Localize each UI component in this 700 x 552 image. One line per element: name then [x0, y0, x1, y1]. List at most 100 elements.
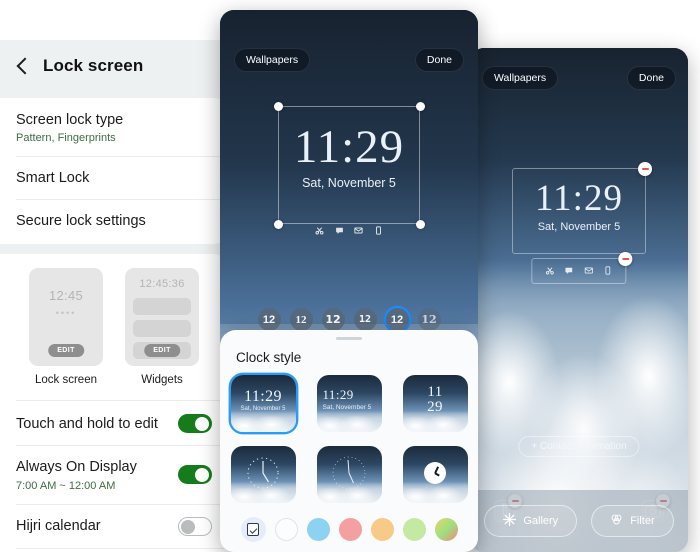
edit-button[interactable]: EDIT: [144, 344, 180, 358]
preview-lock-screen[interactable]: 12:45 •••• EDIT Lock screen: [29, 268, 103, 386]
row-title: Secure lock settings: [16, 213, 146, 230]
tile-time: 11 29: [427, 384, 443, 416]
analog-clock-fine-icon: [332, 456, 366, 490]
preview-widgets[interactable]: 12:45:36 EDIT Widgets: [125, 268, 199, 386]
setting-row-touch-and-hold-to-edit[interactable]: Touch and hold to edit: [0, 401, 228, 445]
gallery-button[interactable]: Gallery: [484, 505, 578, 537]
edit-button[interactable]: EDIT: [48, 344, 84, 358]
device-icon[interactable]: [604, 262, 613, 279]
font-option-5-selected[interactable]: 12: [385, 308, 409, 331]
row-title: Always On Display: [16, 459, 137, 476]
gallery-label: Gallery: [523, 515, 559, 527]
tile-date: Sat, November 5: [322, 404, 372, 411]
color-swatch-light-blue[interactable]: [306, 518, 330, 541]
row-title: Smart Lock: [16, 170, 90, 187]
filter-icon: [610, 513, 623, 529]
clock-widget-selection[interactable]: 11:29 Sat, November 5: [273, 101, 425, 229]
mail-icon[interactable]: [354, 222, 367, 239]
color-swatch-gradient[interactable]: [434, 518, 458, 541]
right-phone-bottom-bar: Gallery Filter: [470, 490, 688, 552]
clock-style-option-analog-fine[interactable]: [316, 446, 382, 503]
clock-date: Sat, November 5: [537, 221, 621, 234]
toggle-touch-and-hold[interactable]: [178, 414, 212, 434]
widget-bar: [133, 298, 191, 316]
shortcut-row[interactable]: [220, 222, 478, 240]
right-phone-topbar: Wallpapers Done: [482, 66, 676, 90]
lock-screen-settings-panel: Lock screen Screen lock type Pattern, Fi…: [0, 40, 228, 552]
device-icon[interactable]: [374, 222, 383, 239]
clock-font-selector[interactable]: 12 12 12 12 12 12: [220, 308, 478, 331]
selection-frame: [278, 106, 420, 224]
settings-header: Lock screen: [0, 40, 228, 92]
clock-widget[interactable]: 11:29 Sat, November 5: [512, 162, 652, 254]
scissors-icon[interactable]: [315, 222, 328, 239]
color-picker-icon[interactable]: [240, 517, 266, 542]
clock-time: 11:29: [535, 178, 623, 219]
setting-row-smart-lock[interactable]: Smart Lock: [0, 156, 228, 199]
lock-screen-thumbnail[interactable]: 12:45 •••• EDIT: [29, 268, 103, 367]
chevron-left-icon[interactable]: [16, 57, 34, 75]
widgets-thumbnail[interactable]: 12:45:36 EDIT: [125, 268, 199, 367]
thumb-time: 12:45:36: [139, 278, 185, 291]
tile-time: 11:29: [322, 387, 354, 402]
clock-style-option-analog-dotted[interactable]: [230, 446, 296, 503]
preview-label: Lock screen: [34, 374, 97, 387]
setting-row-always-on-display[interactable]: Always On Display 7:00 AM ~ 12:00 AM: [0, 445, 228, 503]
clock-style-option-digital-center[interactable]: 11:29 Sat, November 5: [230, 375, 296, 432]
font-option-1[interactable]: 12: [257, 308, 281, 331]
tile-cloud: [316, 411, 382, 432]
row-subtitle: Pattern, Fingerprints: [16, 132, 116, 145]
setting-row-hijri-calendar[interactable]: Hijri calendar: [0, 503, 228, 548]
clock-style-sheet: Clock style 11:29 Sat, November 5 11:29 …: [220, 330, 478, 552]
right-phone-preview: Wallpapers Done 11:29 Sat, November 5 + …: [470, 48, 688, 552]
clock-style-option-digital-left[interactable]: 11:29 Sat, November 5: [316, 375, 382, 432]
clock-color-selector: [220, 517, 478, 542]
done-button[interactable]: Done: [626, 66, 676, 90]
shortcut-row[interactable]: [531, 252, 633, 284]
color-swatch-white[interactable]: [274, 518, 298, 541]
clock-style-option-digital-stacked[interactable]: 11 29: [402, 375, 468, 432]
color-swatch-light-green[interactable]: [402, 518, 426, 541]
resize-handle-top-left[interactable]: [273, 101, 283, 111]
tile-cloud: [402, 482, 468, 503]
scissors-icon[interactable]: [545, 262, 558, 279]
contact-information-button[interactable]: + Contact information: [518, 436, 640, 457]
font-option-4[interactable]: 12: [353, 308, 377, 331]
font-option-2[interactable]: 12: [289, 308, 313, 331]
setting-row-roaming-clock[interactable]: Roaming clock: [0, 547, 228, 552]
center-phone-preview: Wallpapers Done 11:29 Sat, November 5 12…: [220, 10, 478, 552]
toggle-hijri-calendar[interactable]: [178, 516, 212, 536]
mail-icon[interactable]: [584, 262, 597, 279]
thumb-dots: ••••: [55, 308, 77, 319]
font-option-6[interactable]: 12: [417, 308, 441, 331]
center-phone-topbar: Wallpapers Done: [234, 48, 464, 72]
preview-thumbnails: 12:45 •••• EDIT Lock screen 12:45:36 EDI…: [0, 268, 228, 386]
toggle-always-on-display[interactable]: [178, 465, 212, 485]
tile-time: 11:29: [244, 388, 282, 405]
security-settings-card: Screen lock type Pattern, Fingerprints S…: [0, 98, 228, 245]
color-swatch-salmon-pink[interactable]: [338, 518, 362, 541]
wallpapers-button[interactable]: Wallpapers: [482, 66, 559, 90]
font-option-3[interactable]: 12: [321, 308, 345, 331]
setting-row-screen-lock-type[interactable]: Screen lock type Pattern, Fingerprints: [0, 98, 228, 156]
tile-date: Sat, November 5: [240, 406, 286, 412]
clock-style-grid: 11:29 Sat, November 5 11:29 Sat, Novembe…: [220, 375, 478, 503]
done-button[interactable]: Done: [414, 48, 464, 72]
gallery-icon: [503, 512, 517, 529]
analog-clock-dotted-icon: [247, 457, 279, 489]
sheet-title: Clock style: [236, 350, 302, 365]
clock-style-option-analog-solid[interactable]: [402, 446, 468, 503]
setting-row-secure-lock-settings[interactable]: Secure lock settings: [0, 199, 228, 242]
preview-label: Widgets: [141, 374, 183, 387]
wallpapers-button[interactable]: Wallpapers: [234, 48, 311, 72]
filter-button[interactable]: Filter: [591, 505, 674, 537]
chat-icon[interactable]: [565, 262, 578, 279]
resize-handle-top-right[interactable]: [415, 101, 425, 111]
lock-screen-preview-card: 12:45 •••• EDIT Lock screen 12:45:36 EDI…: [0, 254, 228, 552]
row-title: Hijri calendar: [16, 517, 101, 534]
chat-icon[interactable]: [335, 222, 348, 239]
row-subtitle: 7:00 AM ~ 12:00 AM: [16, 479, 116, 492]
color-swatch-peach-orange[interactable]: [370, 518, 394, 541]
remove-clock-badge-icon[interactable]: [638, 162, 652, 176]
filter-label: Filter: [630, 515, 655, 527]
